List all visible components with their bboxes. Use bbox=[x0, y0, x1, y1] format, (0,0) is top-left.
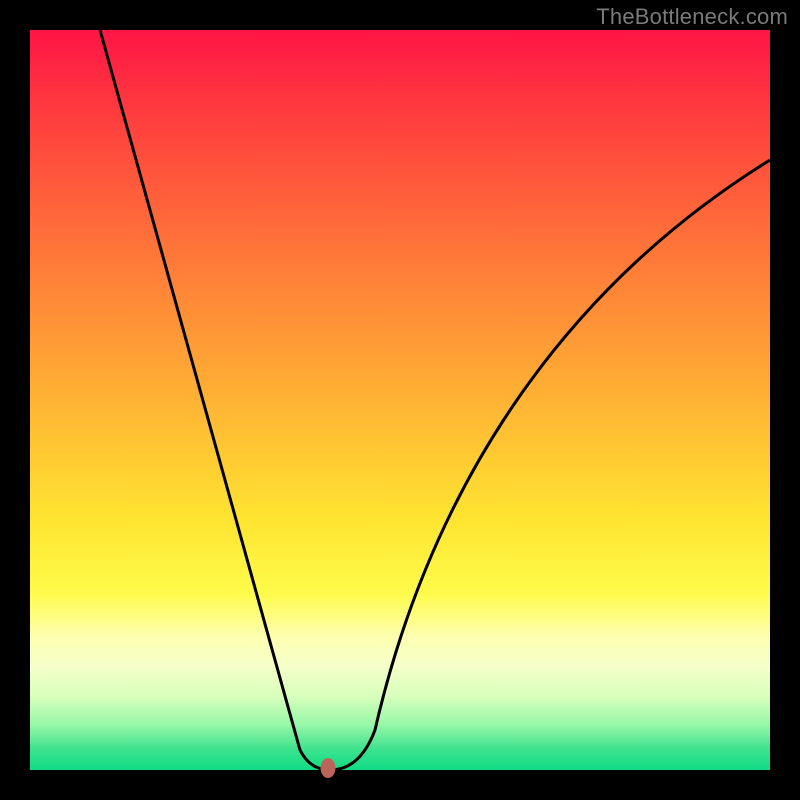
plot-area bbox=[30, 30, 770, 770]
bottleneck-curve bbox=[30, 30, 770, 770]
chart-frame: TheBottleneck.com bbox=[0, 0, 800, 800]
curve-path bbox=[100, 30, 770, 770]
watermark-text: TheBottleneck.com bbox=[596, 4, 788, 30]
minimum-marker bbox=[321, 758, 336, 778]
